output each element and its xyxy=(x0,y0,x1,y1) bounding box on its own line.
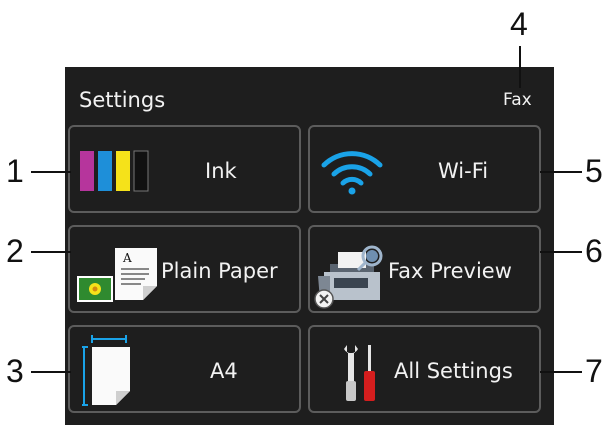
paper-size-button[interactable]: A4 xyxy=(68,325,301,413)
callout-4-line xyxy=(519,46,521,88)
callout-2: 2 xyxy=(6,233,24,269)
callout-5: 5 xyxy=(585,153,603,189)
callout-4: 4 xyxy=(510,6,528,42)
callout-1: 1 xyxy=(6,153,24,189)
callout-6-line xyxy=(540,251,582,253)
wifi-button[interactable]: Wi-Fi xyxy=(308,125,541,213)
paper-size-icon xyxy=(82,335,130,406)
callout-2-line xyxy=(31,251,71,253)
paper-size-label: A4 xyxy=(210,359,238,383)
callout-7-line xyxy=(540,371,582,373)
paper-type-label: Plain Paper xyxy=(161,259,278,283)
paper-type-icon: A xyxy=(77,248,157,302)
callout-7: 7 xyxy=(585,353,603,389)
ink-button[interactable]: Ink xyxy=(68,125,301,213)
off-status-icon xyxy=(314,289,334,309)
all-settings-button[interactable]: All Settings xyxy=(308,325,541,413)
screen-title: Settings xyxy=(79,88,166,112)
tools-icon xyxy=(344,345,375,401)
svg-text:A: A xyxy=(122,251,132,265)
callout-5-line xyxy=(540,171,582,173)
fax-mode-label: Fax xyxy=(503,90,532,110)
callout-3-line xyxy=(31,371,71,373)
callout-3: 3 xyxy=(6,353,24,389)
callout-1-line xyxy=(31,171,71,173)
wifi-icon xyxy=(321,151,383,195)
ink-cartridges-icon xyxy=(80,150,149,192)
fax-preview-label: Fax Preview xyxy=(388,259,512,283)
fax-preview-button[interactable]: Fax Preview xyxy=(308,225,541,313)
wifi-label: Wi-Fi xyxy=(438,159,489,183)
paper-type-button[interactable]: A Plain Paper xyxy=(68,225,301,313)
all-settings-label: All Settings xyxy=(394,359,513,383)
callout-6: 6 xyxy=(585,233,603,269)
ink-label: Ink xyxy=(205,159,237,183)
